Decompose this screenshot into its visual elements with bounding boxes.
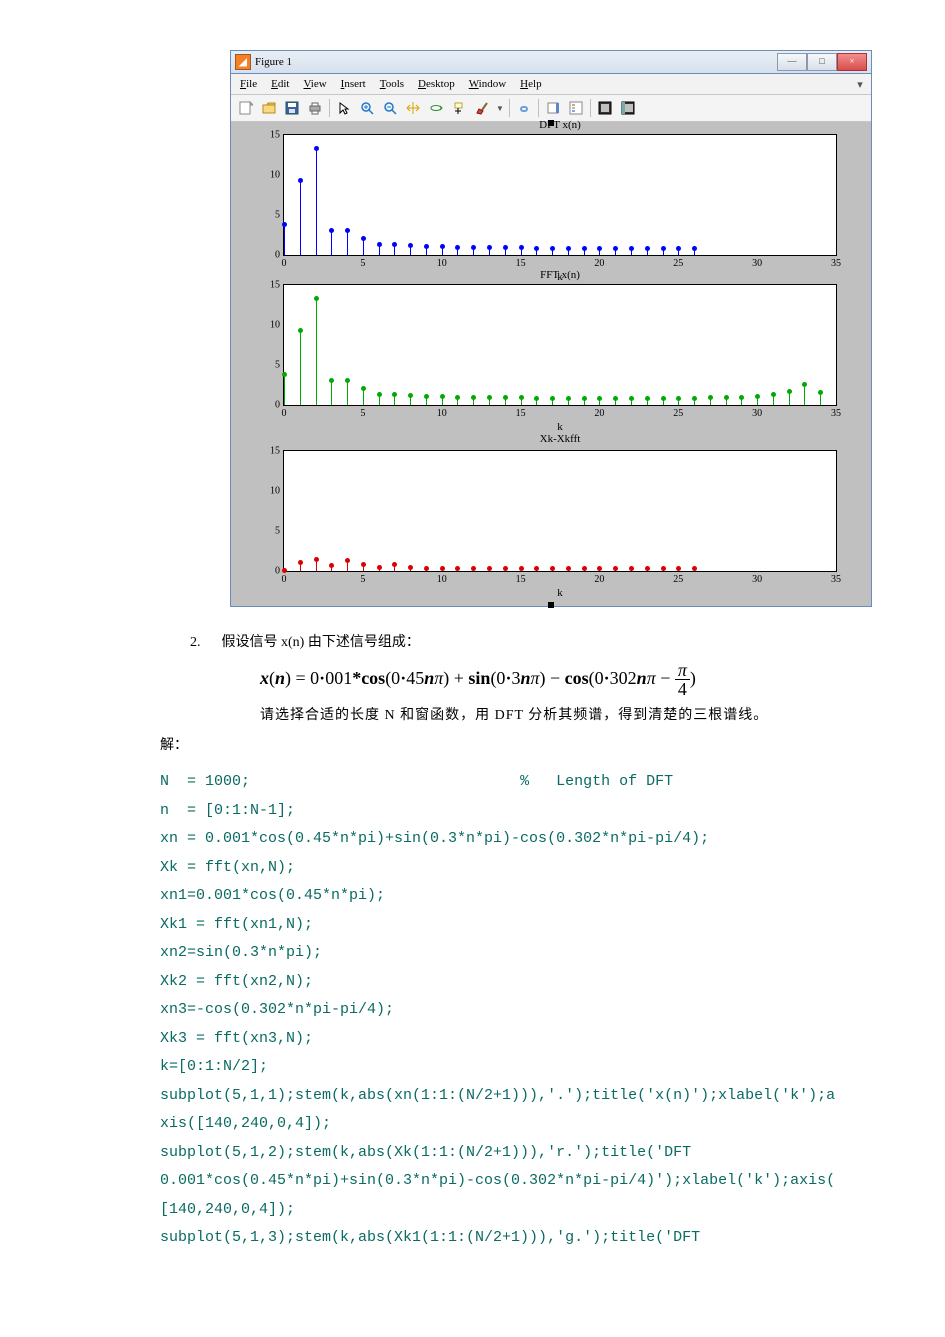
brush-icon[interactable] [471, 97, 493, 119]
toolbar: ▼ [231, 95, 871, 122]
rotate3d-icon[interactable] [425, 97, 447, 119]
code-line: xn3=-cos(0.302*n*pi-pi/4); [160, 996, 940, 1025]
pan-icon[interactable] [402, 97, 424, 119]
code-line: xn = 0.001*cos(0.45*n*pi)+sin(0.3*n*pi)-… [160, 825, 940, 854]
brush-dropdown-icon[interactable]: ▼ [494, 97, 506, 119]
hide-plot-tools-icon[interactable] [594, 97, 616, 119]
insert-colorbar-icon[interactable] [542, 97, 564, 119]
open-icon[interactable] [258, 97, 280, 119]
menu-help[interactable]: Help [515, 78, 546, 90]
code-line: Xk = fft(xn,N); [160, 854, 940, 883]
toolbar-separator [329, 99, 330, 117]
new-figure-icon[interactable] [235, 97, 257, 119]
code-line: xn2=sin(0.3*n*pi); [160, 939, 940, 968]
code-line: subplot(5,1,1);stem(k,abs(xn(1:1:(N/2+1)… [160, 1082, 940, 1111]
question-text-post: 请选择合适的长度 N 和窗函数，用 DFT 分析其频谱，得到清楚的三根谱线。 [260, 704, 885, 724]
code-line: 0.001*cos(0.45*n*pi)+sin(0.3*n*pi)-cos(0… [160, 1167, 940, 1196]
menu-edit[interactable]: Edit [266, 78, 294, 90]
code-line: xn1=0.001*cos(0.45*n*pi); [160, 882, 940, 911]
save-icon[interactable] [281, 97, 303, 119]
axes-title: FFT x(n) [284, 269, 836, 281]
code-line: Xk2 = fft(xn2,N); [160, 968, 940, 997]
question-line: 2. 假设信号 x(n) 由下述信号组成： [190, 631, 885, 651]
print-icon[interactable] [304, 97, 326, 119]
menu-tools[interactable]: Tools [375, 78, 409, 90]
axes-xlabel: k [284, 421, 836, 433]
toolbar-separator [538, 99, 539, 117]
toolbar-separator [590, 99, 591, 117]
code-line: Xk1 = fft(xn1,N); [160, 911, 940, 940]
insert-legend-icon[interactable] [565, 97, 587, 119]
matlab-code-block: N = 1000; % Length of DFTn = [0:1:N-1];x… [160, 768, 940, 1253]
menu-window[interactable]: Window [464, 78, 511, 90]
close-button[interactable]: × [837, 53, 867, 71]
code-line: N = 1000; % Length of DFT [160, 768, 940, 797]
code-line: n = [0:1:N-1]; [160, 797, 940, 826]
axes-title: DFT x(n) [284, 119, 836, 131]
axes-3[interactable]: k05101505101520253035 [283, 450, 837, 572]
data-cursor-icon[interactable] [448, 97, 470, 119]
link-icon[interactable] [513, 97, 535, 119]
code-line: Xk3 = fft(xn3,N); [160, 1025, 940, 1054]
menu-overflow-icon[interactable]: ▾ [853, 78, 867, 91]
formula: x(n) = 0·001*cos(0·45nπ) + sin(0·3nπ) − … [260, 661, 885, 698]
axes-2[interactable]: FFT x(n)kXk-Xkfft05101505101520253035 [283, 284, 837, 406]
pointer-icon[interactable] [333, 97, 355, 119]
minimize-button[interactable]: — [777, 53, 807, 71]
menubar: File Edit View Insert Tools Desktop Wind… [231, 74, 871, 95]
code-line: [140,240,0,4]); [160, 1196, 940, 1225]
menu-insert[interactable]: Insert [336, 78, 371, 90]
zoom-out-icon[interactable] [379, 97, 401, 119]
axes-xlabel: k [284, 587, 836, 599]
figure-canvas: DFT x(n)k05101505101520253035FFT x(n)kXk… [231, 122, 871, 606]
code-line: k=[0:1:N/2]; [160, 1053, 940, 1082]
figure-icon: ◢ [235, 54, 251, 70]
menu-desktop[interactable]: Desktop [413, 78, 460, 90]
zoom-in-icon[interactable] [356, 97, 378, 119]
menu-view[interactable]: View [298, 78, 331, 90]
question-number: 2. [190, 635, 218, 651]
axes-1[interactable]: DFT x(n)k05101505101520253035 [283, 134, 837, 256]
titlebar[interactable]: ◢ Figure 1 — □ × [231, 51, 871, 74]
code-line: xis([140,240,0,4]); [160, 1110, 940, 1139]
toolbar-separator [509, 99, 510, 117]
code-line: subplot(5,1,3);stem(k,abs(Xk1(1:1:(N/2+1… [160, 1224, 940, 1253]
code-line: subplot(5,1,2);stem(k,abs(Xk(1:1:(N/2+1)… [160, 1139, 940, 1168]
maximize-button[interactable]: □ [807, 53, 837, 71]
matlab-figure-window: ◢ Figure 1 — □ × File Edit View Insert T… [230, 50, 872, 607]
solution-label: 解： [160, 734, 885, 754]
show-plot-tools-icon[interactable] [617, 97, 639, 119]
window-title: Figure 1 [255, 56, 292, 68]
question-text-pre: 假设信号 x(n) 由下述信号组成： [222, 635, 420, 650]
resize-handle-icon[interactable] [548, 602, 554, 608]
menu-file[interactable]: File [235, 78, 262, 90]
